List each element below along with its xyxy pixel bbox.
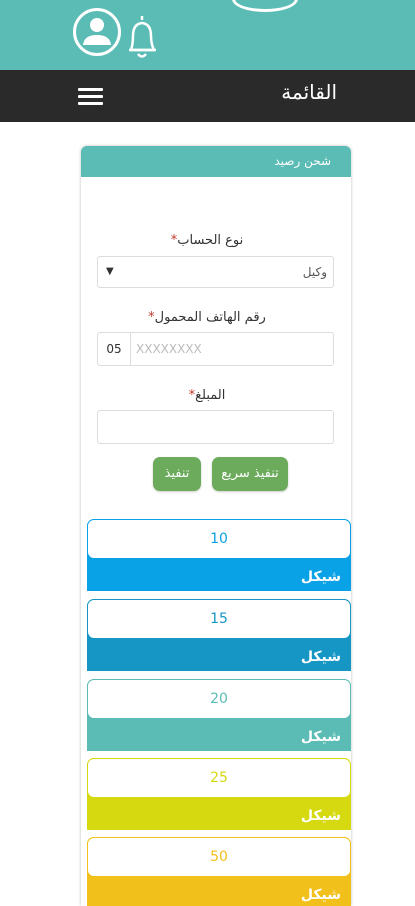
execute-button[interactable]: تنفيذ: [153, 457, 201, 491]
package-value: 15: [87, 599, 351, 639]
account-type-select[interactable]: وكيل ▼: [97, 256, 334, 288]
account-type-value: وكيل: [302, 265, 327, 279]
user-avatar-icon[interactable]: [73, 8, 121, 56]
package-currency: شيكل: [300, 729, 341, 745]
package-value: 20: [87, 679, 351, 719]
package-value: 10: [87, 519, 351, 559]
menu-title[interactable]: القائمة: [281, 80, 337, 104]
hamburger-menu-icon[interactable]: [78, 88, 103, 105]
top-bar: [0, 0, 415, 70]
phone-prefix: 05: [98, 333, 131, 365]
account-type-label: نوع الحساب*: [170, 233, 244, 248]
recharge-card: شحن رصيد نوع الحساب* وكيل ▼ رقم الهاتف ا…: [81, 146, 351, 906]
card-title: شحن رصيد: [81, 146, 351, 177]
package-currency: شيكل: [300, 649, 341, 665]
package-option[interactable]: 25 شيكل: [87, 758, 351, 830]
chevron-down-icon: ▼: [106, 266, 114, 277]
package-currency: شيكل: [300, 569, 341, 585]
phone-input[interactable]: XXXXXXXX: [136, 342, 202, 356]
logo: [232, 0, 298, 12]
amount-input[interactable]: [97, 410, 334, 444]
package-option[interactable]: 15 شيكل: [87, 599, 351, 671]
package-option[interactable]: 20 شيكل: [87, 679, 351, 751]
bell-icon[interactable]: [121, 12, 163, 62]
package-option[interactable]: 10 شيكل: [87, 519, 351, 591]
quick-execute-button[interactable]: تنفيذ سريع: [212, 457, 288, 491]
package-currency: شيكل: [300, 808, 341, 824]
package-value: 50: [87, 837, 351, 877]
amount-label: المبلغ*: [188, 388, 226, 403]
nav-bar: القائمة: [0, 70, 415, 122]
package-currency: شيكل: [300, 887, 341, 903]
package-value: 25: [87, 758, 351, 798]
package-option[interactable]: 50 شيكل: [87, 837, 351, 906]
phone-label: رقم الهاتف المحمول*: [148, 310, 266, 325]
phone-field: 05 XXXXXXXX: [97, 332, 334, 366]
